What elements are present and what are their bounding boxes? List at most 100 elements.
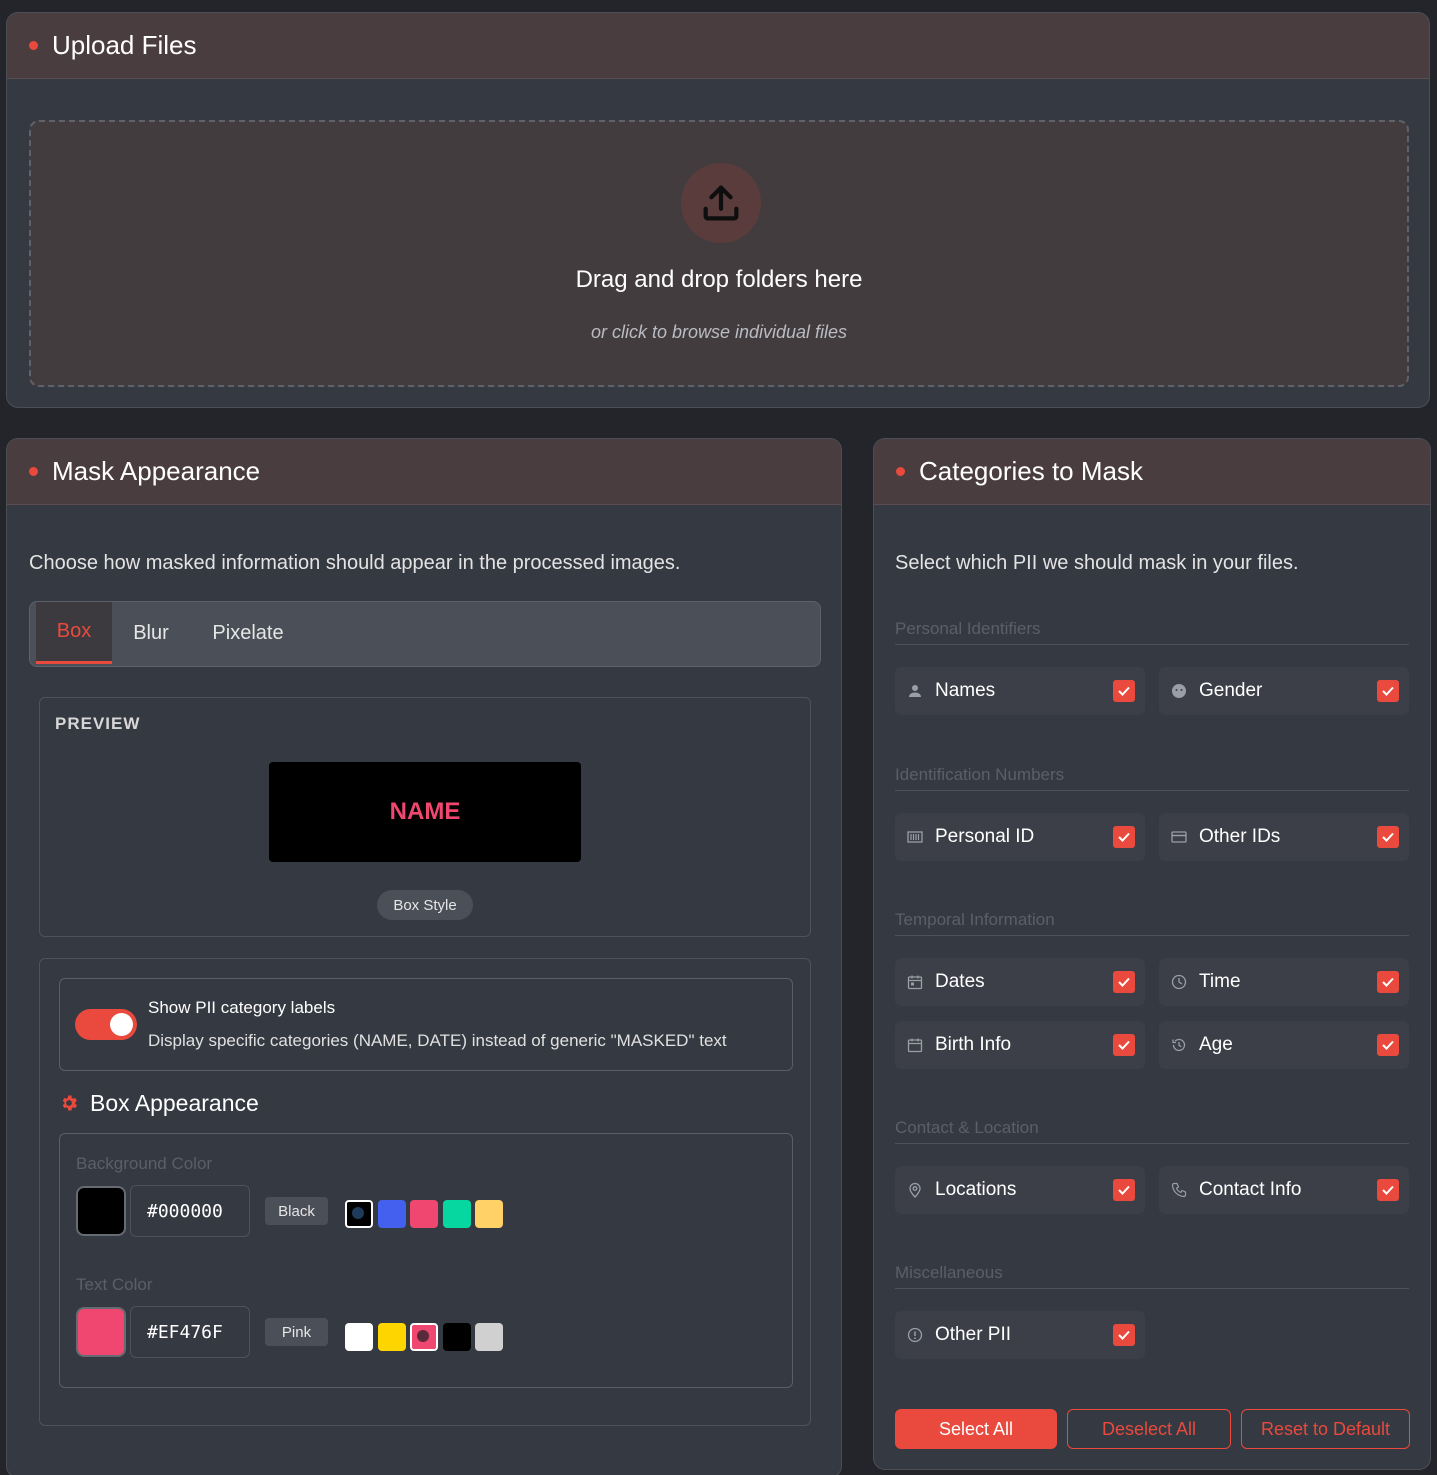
text-preset-white[interactable] <box>345 1323 373 1351</box>
tab-box[interactable]: Box <box>36 602 112 664</box>
style-pill: Box Style <box>377 890 473 920</box>
face-icon <box>1172 684 1186 698</box>
group-label-miscellaneous: Miscellaneous <box>895 1263 1409 1289</box>
mask-title: Mask Appearance <box>52 456 261 486</box>
checkbox[interactable] <box>1377 1034 1399 1056</box>
text-hex-input[interactable]: #EF476F <box>130 1306 250 1358</box>
labels-toggle[interactable] <box>75 1009 137 1040</box>
category-locations[interactable]: Locations <box>895 1166 1145 1214</box>
checkbox[interactable] <box>1377 680 1399 702</box>
bg-preset-green[interactable] <box>443 1200 471 1228</box>
barcode-icon <box>907 831 923 843</box>
background-color-name: Black <box>265 1197 328 1225</box>
toggle-knob <box>110 1013 133 1036</box>
toggle-description: Display specific categories (NAME, DATE)… <box>148 1031 727 1050</box>
checkbox[interactable] <box>1113 1324 1135 1346</box>
tab-pixelate[interactable]: Pixelate <box>198 602 298 664</box>
dropzone[interactable]: Drag and drop folders here or click to b… <box>29 120 1409 387</box>
text-color-label: Text Color <box>76 1275 153 1294</box>
checkbox[interactable] <box>1113 1034 1135 1056</box>
upload-title: Upload Files <box>52 30 197 60</box>
category-label: Personal ID <box>935 826 1035 847</box>
category-personal-id[interactable]: Personal ID <box>895 813 1145 861</box>
checkbox[interactable] <box>1377 971 1399 993</box>
background-color-swatch[interactable] <box>76 1186 126 1236</box>
category-other-pii[interactable]: Other PII <box>895 1311 1145 1359</box>
checkbox[interactable] <box>1377 1179 1399 1201</box>
group-label-contact-location: Contact & Location <box>895 1118 1409 1144</box>
clock-icon <box>1171 974 1187 990</box>
category-label: Age <box>1199 1034 1233 1055</box>
bg-preset-yellow[interactable] <box>475 1200 503 1228</box>
tab-blur[interactable]: Blur <box>118 602 184 664</box>
status-dot <box>29 467 38 476</box>
history-icon <box>1172 1038 1186 1052</box>
box-appearance-title: Box Appearance <box>90 1090 259 1116</box>
category-dates[interactable]: Dates <box>895 958 1145 1006</box>
labels-toggle-card: Show PII category labels Display specifi… <box>59 978 793 1071</box>
status-dot <box>29 41 38 50</box>
bg-preset-pink[interactable] <box>410 1200 438 1228</box>
toggle-title: Show PII category labels <box>148 998 336 1017</box>
category-other-ids[interactable]: Other IDs <box>1159 813 1409 861</box>
category-contact-info[interactable]: Contact Info <box>1159 1166 1409 1214</box>
category-label: Time <box>1199 971 1241 992</box>
phone-icon <box>1171 1182 1187 1198</box>
bg-preset-black[interactable] <box>345 1200 373 1228</box>
group-label-temporal-information: Temporal Information <box>895 910 1409 936</box>
checkbox[interactable] <box>1377 826 1399 848</box>
bg-preset-blue[interactable] <box>378 1200 406 1228</box>
group-label-personal-identifiers: Personal Identifiers <box>895 619 1409 645</box>
preview-box: NAME <box>269 762 581 862</box>
background-color-label: Background Color <box>76 1154 213 1173</box>
categories-description: Select which PII we should mask in your … <box>895 552 1299 574</box>
text-preset-black[interactable] <box>443 1323 471 1351</box>
color-settings: Background Color #000000 Black Text Colo… <box>59 1133 793 1388</box>
reset-to-default-button[interactable]: Reset to Default <box>1241 1409 1410 1449</box>
category-time[interactable]: Time <box>1159 958 1409 1006</box>
mask-type-tabs: Box Blur Pixelate <box>29 601 821 667</box>
card-icon <box>1171 831 1187 843</box>
person-icon <box>909 685 921 697</box>
background-hex-input[interactable]: #000000 <box>130 1185 250 1237</box>
box-settings: Show PII category labels Display specifi… <box>39 958 811 1426</box>
category-label: Locations <box>935 1179 1017 1200</box>
dropzone-subtitle[interactable]: or click to browse individual files <box>31 322 1407 343</box>
category-label: Other IDs <box>1199 826 1281 847</box>
alert-icon <box>907 1327 923 1343</box>
dropzone-title: Drag and drop folders here <box>575 266 863 293</box>
mask-header: Mask Appearance <box>7 439 841 505</box>
checkbox[interactable] <box>1113 826 1135 848</box>
categories-title: Categories to Mask <box>919 456 1143 486</box>
calendar-icon <box>907 1038 923 1053</box>
text-preset-yellow[interactable] <box>378 1323 406 1351</box>
categories-header: Categories to Mask <box>874 439 1430 505</box>
status-dot <box>896 467 905 476</box>
category-age[interactable]: Age <box>1159 1021 1409 1069</box>
pin-icon <box>909 1182 921 1198</box>
text-color-swatch[interactable] <box>76 1307 126 1357</box>
calendar-icon <box>907 975 923 990</box>
text-preset-gray[interactable] <box>475 1323 503 1351</box>
category-label: Other PII <box>935 1324 1012 1345</box>
text-preset-pink[interactable] <box>410 1323 438 1351</box>
mask-description: Choose how masked information should app… <box>29 552 681 574</box>
upload-icon <box>681 163 761 243</box>
category-label: Birth Info <box>935 1034 1012 1055</box>
mask-appearance-panel: Mask Appearance Choose how masked inform… <box>6 438 842 1475</box>
group-label-identification-numbers: Identification Numbers <box>895 765 1409 791</box>
category-birth-info[interactable]: Birth Info <box>895 1021 1145 1069</box>
categories-panel: Categories to Mask Select which PII we s… <box>873 438 1431 1470</box>
deselect-all-button[interactable]: Deselect All <box>1067 1409 1231 1449</box>
category-label: Dates <box>935 971 985 992</box>
text-color-name: Pink <box>265 1318 328 1346</box>
checkbox[interactable] <box>1113 971 1135 993</box>
category-gender[interactable]: Gender <box>1159 667 1409 715</box>
category-names[interactable]: Names <box>895 667 1145 715</box>
gear-icon <box>59 1093 79 1118</box>
select-all-button[interactable]: Select All <box>895 1409 1057 1449</box>
checkbox[interactable] <box>1113 680 1135 702</box>
category-label: Contact Info <box>1199 1179 1302 1200</box>
preview-label: PREVIEW <box>55 714 141 733</box>
checkbox[interactable] <box>1113 1179 1135 1201</box>
